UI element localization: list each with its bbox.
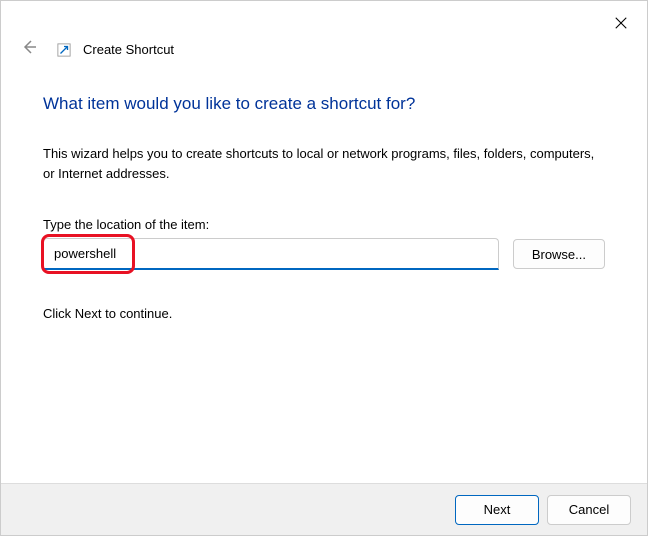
footer: Next Cancel — [1, 483, 647, 535]
location-input[interactable] — [43, 238, 499, 270]
continue-text: Click Next to continue. — [43, 306, 605, 321]
next-button[interactable]: Next — [455, 495, 539, 525]
cancel-button[interactable]: Cancel — [547, 495, 631, 525]
content-area: What item would you like to create a sho… — [1, 94, 647, 321]
input-wrapper — [43, 238, 499, 270]
close-button[interactable] — [609, 11, 633, 35]
main-heading: What item would you like to create a sho… — [43, 94, 605, 114]
browse-button[interactable]: Browse... — [513, 239, 605, 269]
location-input-label: Type the location of the item: — [43, 217, 605, 232]
description-text: This wizard helps you to create shortcut… — [43, 144, 605, 183]
window-title: Create Shortcut — [83, 42, 174, 57]
shortcut-icon — [57, 43, 71, 57]
input-row: Browse... — [43, 238, 605, 270]
back-arrow-icon[interactable] — [17, 39, 41, 60]
header: Create Shortcut — [1, 1, 647, 60]
